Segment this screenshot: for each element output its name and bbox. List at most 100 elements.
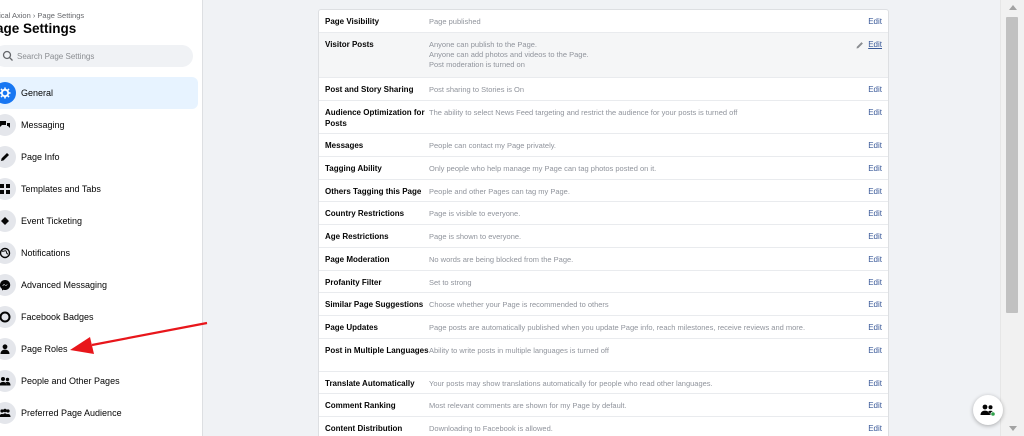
row-name: Tagging Ability <box>325 164 382 173</box>
edit-link[interactable]: Edit <box>868 187 882 196</box>
settings-row-audience-optimization: Audience Optimization for Posts The abil… <box>319 101 888 134</box>
edit-link[interactable]: Edit <box>868 278 882 287</box>
edit-link[interactable]: Edit <box>868 323 882 332</box>
sidebar-item-general[interactable]: General <box>0 77 198 109</box>
pencil-icon <box>0 146 16 168</box>
row-value: Page is visible to everyone. <box>429 209 521 218</box>
row-name: Visitor Posts <box>325 40 374 49</box>
people-icon <box>980 404 996 417</box>
sidebar-item-preferred-page-audience[interactable]: Preferred Page Audience <box>0 397 198 429</box>
row-value: No words are being blocked from the Page… <box>429 255 574 264</box>
edit-link[interactable]: Edit <box>868 108 882 117</box>
settings-main: Page Visibility Page published Edit Visi… <box>203 0 1000 436</box>
row-name: Translate Automatically <box>325 379 415 388</box>
settings-row-page-updates: Page Updates Page posts are automaticall… <box>319 316 888 339</box>
row-value: Page is shown to everyone. <box>429 232 522 241</box>
settings-row-tagging-ability: Tagging Ability Only people who help man… <box>319 157 888 180</box>
search-icon <box>2 50 13 61</box>
row-value: The ability to select News Feed targetin… <box>429 108 738 117</box>
sidebar-item-label: Page Roles <box>21 344 68 354</box>
row-value: Downloading to Facebook is allowed. <box>429 424 553 433</box>
row-name: Post in Multiple Languages <box>325 346 429 355</box>
edit-link[interactable]: Edit <box>868 401 882 410</box>
settings-row-others-tagging: Others Tagging this Page People and othe… <box>319 180 888 202</box>
edit-link[interactable]: Edit <box>868 85 882 94</box>
badge-icon <box>0 306 16 328</box>
gear-icon <box>0 82 16 104</box>
row-value: Most relevant comments are shown for my … <box>429 401 627 410</box>
globe-icon <box>0 242 16 264</box>
settings-row-content-distribution: Content Distribution Downloading to Face… <box>319 417 888 436</box>
row-value: Page published <box>429 17 481 26</box>
people-icon <box>0 370 16 392</box>
edit-link[interactable]: Edit <box>868 255 882 264</box>
sidebar-item-label: Advanced Messaging <box>21 280 108 290</box>
settings-row-age-restrictions: Age Restrictions Page is shown to everyo… <box>319 225 888 248</box>
settings-sidebar: tical Axion › Page Settings age Settings… <box>0 0 203 436</box>
row-value: People can contact my Page privately. <box>429 141 557 150</box>
settings-row-visitor-posts: Visitor Posts Anyone can publish to the … <box>319 33 888 78</box>
edit-link[interactable]: Edit <box>868 379 882 388</box>
row-value: Choose whether your Page is recommended … <box>429 300 609 309</box>
sidebar-item-people-and-other-pages[interactable]: People and Other Pages <box>0 365 198 397</box>
row-name: Others Tagging this Page <box>325 187 422 196</box>
row-value: Page posts are automatically published w… <box>429 323 806 332</box>
search-box[interactable] <box>0 45 193 67</box>
search-input[interactable] <box>17 51 187 61</box>
edit-link[interactable]: Edit <box>868 424 882 433</box>
floating-people-button[interactable] <box>973 395 1003 425</box>
edit-link[interactable]: Edit <box>868 141 882 150</box>
scroll-down-arrow-icon[interactable] <box>1009 426 1017 431</box>
page-scrollbar[interactable] <box>1000 0 1024 436</box>
edit-link[interactable]: Edit <box>868 300 882 309</box>
settings-row-post-and-story-sharing: Post and Story Sharing Post sharing to S… <box>319 78 888 101</box>
sidebar-item-advanced-messaging[interactable]: Advanced Messaging <box>0 269 198 301</box>
edit-link[interactable]: Edit <box>868 17 882 26</box>
sidebar-item-notifications[interactable]: Notifications <box>0 237 198 269</box>
sidebar-item-messaging[interactable]: Messaging <box>0 109 198 141</box>
settings-row-similar-page-suggestions: Similar Page Suggestions Choose whether … <box>319 293 888 316</box>
row-value: Post sharing to Stories is On <box>429 85 525 94</box>
sidebar-item-label: Messaging <box>21 120 65 130</box>
sidebar-item-templates[interactable]: Templates and Tabs <box>0 173 198 205</box>
edit-link[interactable]: Edit <box>868 232 882 241</box>
grid-icon <box>0 178 16 200</box>
edit-link[interactable]: Edit <box>868 209 882 218</box>
messenger-icon <box>0 274 16 296</box>
row-value: Ability to write posts in multiple langu… <box>429 346 609 355</box>
settings-row-profanity-filter: Profanity Filter Set to strong Edit <box>319 271 888 293</box>
sidebar-item-label: Page Info <box>21 152 60 162</box>
sidebar-item-event-ticketing[interactable]: Event Ticketing <box>0 205 198 237</box>
sidebar-item-facebook-badges[interactable]: Facebook Badges <box>0 301 198 333</box>
row-name: Country Restrictions <box>325 209 405 218</box>
settings-table: Page Visibility Page published Edit Visi… <box>318 9 889 436</box>
edit-link[interactable]: Edit <box>868 164 882 173</box>
settings-row-page-moderation: Page Moderation No words are being block… <box>319 248 888 271</box>
audience-icon <box>0 402 16 424</box>
sidebar-item-page-info[interactable]: Page Info <box>0 141 198 173</box>
row-name: Post and Story Sharing <box>325 85 414 94</box>
row-name: Audience Optimization for Posts <box>325 108 425 128</box>
row-name: Page Updates <box>325 323 378 332</box>
sidebar-item-label: Notifications <box>21 248 71 258</box>
sidebar-item-label: Event Ticketing <box>21 216 83 226</box>
row-value: People and other Pages can tag my Page. <box>429 187 570 196</box>
row-name: Profanity Filter <box>325 278 382 287</box>
row-name: Messages <box>325 141 364 150</box>
pencil-icon[interactable] <box>856 41 864 49</box>
person-icon <box>0 338 16 360</box>
row-name: Similar Page Suggestions <box>325 300 424 309</box>
sidebar-item-label: Templates and Tabs <box>21 184 101 194</box>
edit-link[interactable]: Edit <box>868 346 882 355</box>
row-name: Page Moderation <box>325 255 390 264</box>
sidebar-item-label: Facebook Badges <box>21 312 94 322</box>
breadcrumb[interactable]: tical Axion › Page Settings <box>0 11 84 20</box>
row-value: Set to strong <box>429 278 472 287</box>
scrollbar-thumb[interactable] <box>1006 17 1018 313</box>
sidebar-item-label: General <box>21 88 54 98</box>
row-value: Only people who help manage my Page can … <box>429 164 657 173</box>
scroll-up-arrow-icon[interactable] <box>1009 5 1017 10</box>
sidebar-item-page-roles[interactable]: Page Roles <box>0 333 198 365</box>
edit-link[interactable]: Edit <box>868 40 882 49</box>
settings-row-post-in-multiple-languages: Post in Multiple Languages Ability to wr… <box>319 339 888 372</box>
